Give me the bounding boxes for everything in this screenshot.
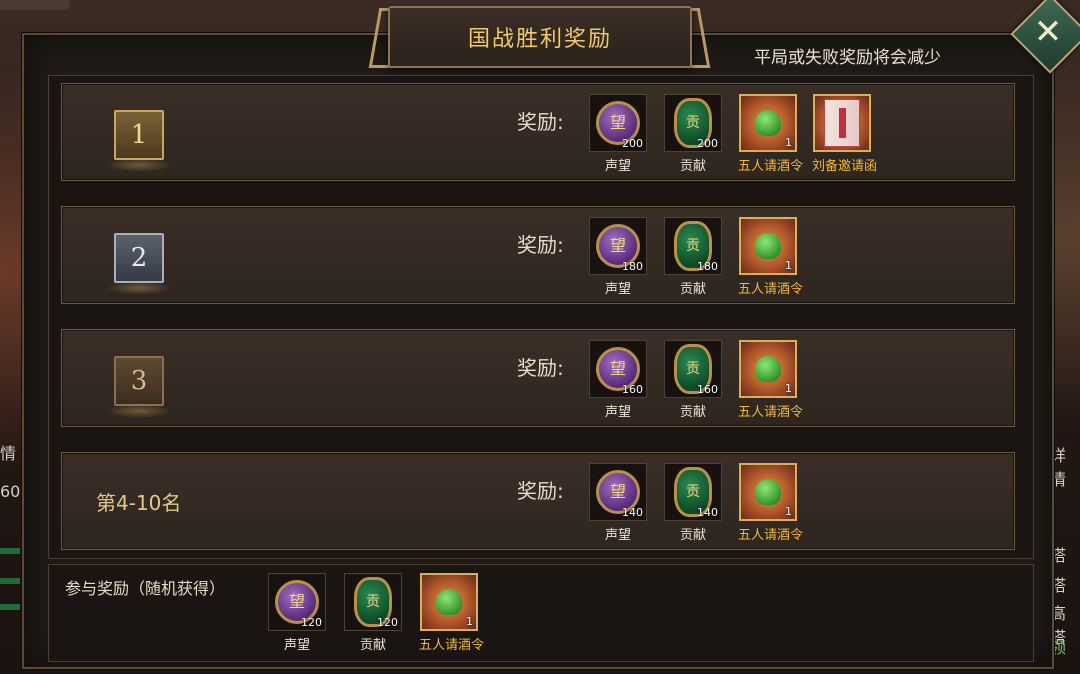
wine-token-icon [755, 479, 781, 505]
background-stripe [0, 548, 20, 554]
rank-3-medal-icon: 3 [106, 356, 172, 418]
reward-item-wine-token[interactable]: 1 五人请酒令 [738, 217, 803, 297]
rank-2-medal-icon: 2 [106, 233, 172, 295]
reward-label: 奖励: [517, 110, 564, 134]
background-tab [0, 0, 70, 10]
reward-item-prestige[interactable]: 望 160 声望 [588, 340, 648, 420]
rank-number: 2 [130, 243, 148, 273]
reward-item-contribution[interactable]: 贡 140 贡献 [663, 463, 723, 543]
rank-number: 3 [130, 366, 148, 396]
rank-row-1: 1 奖励: 望 200 声望 贡 200 贡献 1 五人请酒令 刘备邀请函 [61, 83, 1015, 181]
reward-label: 奖励: [517, 356, 564, 380]
reward-item-invitation[interactable]: 刘备邀请函 [812, 94, 877, 174]
background-stripe [0, 604, 20, 610]
wine-token-icon [436, 589, 462, 615]
reward-item-contribution[interactable]: 贡 160 贡献 [663, 340, 723, 420]
reward-item-contribution[interactable]: 贡 200 贡献 [663, 94, 723, 174]
participation-label: 参与奖励（随机获得） [65, 579, 226, 598]
rank-number: 1 [130, 120, 148, 150]
reward-item-prestige[interactable]: 望 120 声望 [267, 573, 327, 653]
reward-item-prestige[interactable]: 望 140 声望 [588, 463, 648, 543]
reward-item-prestige[interactable]: 望 200 声望 [588, 94, 648, 174]
wine-token-icon [755, 110, 781, 136]
rank-range-label: 第4-10名 [96, 491, 182, 515]
reduction-notice: 平局或失败奖励将会减少 [754, 48, 941, 68]
close-icon[interactable]: ✕ [1022, 6, 1074, 58]
invitation-letter-icon [824, 99, 860, 147]
reward-item-prestige[interactable]: 望 180 声望 [588, 217, 648, 297]
reward-dialog: 平局或失败奖励将会减少 1 奖励: 望 200 声望 贡 200 贡献 1 五人请酒… [22, 33, 1054, 669]
reward-item-contribution[interactable]: 贡 120 贡献 [343, 573, 403, 653]
background-stripe [0, 578, 20, 584]
reward-item-wine-token[interactable]: 1 五人请酒令 [419, 573, 484, 653]
rank-row-2: 2 奖励: 望 180 声望 贡 180 贡献 1 五人请酒令 [61, 206, 1015, 304]
rank-1-medal-icon: 1 [106, 110, 172, 172]
wine-token-icon [755, 233, 781, 259]
background-text-right-1: 详情 [1050, 446, 1067, 489]
reward-label: 奖励: [517, 233, 564, 257]
rank-row-4-10: 第4-10名 奖励: 望 140 声望 贡 140 贡献 1 五人请酒令 [61, 452, 1015, 550]
reward-item-contribution[interactable]: 贡 180 贡献 [663, 217, 723, 297]
reward-item-wine-token[interactable]: 1 五人请酒令 [738, 94, 803, 174]
participation-reward-section: 参与奖励（随机获得） 望 120 声望 贡 120 贡献 1 五人请酒令 [48, 564, 1034, 662]
background-text-left-1: 情 [0, 444, 17, 463]
dialog-title-plate: 国战胜利奖励 [388, 6, 692, 68]
wine-token-icon [755, 356, 781, 382]
rank-row-3: 3 奖励: 望 160 声望 贡 160 贡献 1 五人请酒令 [61, 329, 1015, 427]
reward-label: 奖励: [517, 479, 564, 503]
reward-item-wine-token[interactable]: 1 五人请酒令 [738, 340, 803, 420]
rank-reward-list: 1 奖励: 望 200 声望 贡 200 贡献 1 五人请酒令 刘备邀请函 2 奖励… [48, 75, 1034, 559]
dialog-title: 国战胜利奖励 [467, 27, 612, 52]
reward-item-wine-token[interactable]: 1 五人请酒令 [738, 463, 803, 543]
